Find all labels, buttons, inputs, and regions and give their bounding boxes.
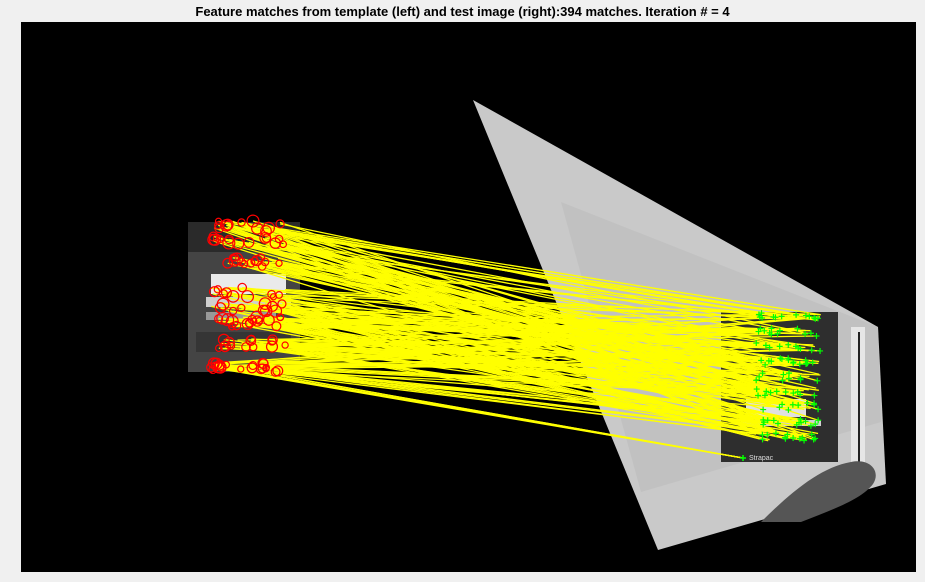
match-canvas: Strapac xyxy=(188,100,886,550)
image-axes: Strapac xyxy=(21,22,916,572)
test-image-text: Strapac xyxy=(749,455,774,462)
figure-title: Feature matches from template (left) and… xyxy=(195,4,730,19)
